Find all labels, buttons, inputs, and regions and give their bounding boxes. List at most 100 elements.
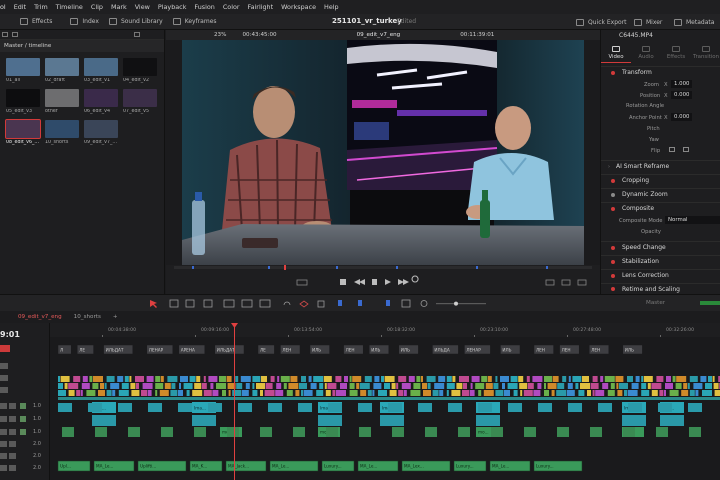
enable-dot-icon[interactable] <box>611 259 615 264</box>
enable-dot-icon[interactable] <box>611 192 615 197</box>
video-clip <box>252 383 255 389</box>
audio-clip <box>590 427 602 437</box>
video-clip <box>252 376 261 382</box>
media-clip[interactable]: 06_edit_v4 <box>84 89 118 114</box>
lens-correction-section[interactable]: Lens Correction <box>601 269 720 281</box>
media-clip[interactable]: other <box>45 89 79 114</box>
video-clip <box>117 376 124 382</box>
video-viewer[interactable] <box>182 40 584 265</box>
effects-button[interactable]: Effects <box>20 18 52 25</box>
video-clip <box>283 383 287 389</box>
enable-dot-icon[interactable] <box>611 70 615 75</box>
video-clip <box>508 403 522 412</box>
media-clip[interactable]: 07_edit_v5 <box>123 89 157 114</box>
list-view-icon[interactable] <box>2 32 8 37</box>
media-clip[interactable]: 08_edit_v6_... <box>5 119 41 145</box>
timeline-tab[interactable]: 09_edit_v7_eng <box>18 314 62 320</box>
sound-library-button[interactable]: Sound Library <box>108 18 163 25</box>
video-clip <box>578 390 585 396</box>
video-clip <box>485 383 493 389</box>
transform-section[interactable]: Transform <box>601 66 720 78</box>
video-clip <box>551 390 555 396</box>
enable-dot-icon[interactable] <box>611 245 615 250</box>
media-clip[interactable]: 10_shorts <box>45 120 79 145</box>
video-clip <box>600 376 604 382</box>
zoom-level[interactable]: 23% <box>214 32 226 38</box>
video-clip <box>236 383 243 389</box>
keyframes-button[interactable]: Keyframes <box>172 18 217 25</box>
enable-dot-icon[interactable] <box>611 206 615 211</box>
tab-video[interactable]: Video <box>601 43 631 63</box>
media-clip[interactable]: 03_edit_v1 <box>84 58 118 83</box>
music-clip-label: Upl... <box>60 464 71 469</box>
menu-item-fairlight[interactable]: Fairlight <box>248 3 274 11</box>
timeline-tracks[interactable]: 00:04:38:00 00:09:16:00 00:13:54:00 00:18:3… <box>50 323 720 480</box>
video-clip <box>495 376 498 382</box>
menu-item-help[interactable]: Help <box>324 3 339 11</box>
grid-view-icon[interactable] <box>12 32 18 37</box>
clip-thumbnail <box>123 58 157 76</box>
index-button[interactable]: Index <box>70 18 99 25</box>
enable-dot-icon[interactable] <box>611 273 615 278</box>
music-clip-label: MA_K... <box>192 464 207 469</box>
enable-dot-icon[interactable] <box>611 287 615 291</box>
media-clip[interactable]: 05_edit_v3 <box>6 89 40 114</box>
video-clip <box>664 390 666 396</box>
anchor-x-field[interactable]: 0.000 <box>671 113 693 121</box>
composite-mode-select[interactable]: Normal <box>665 216 720 224</box>
composite-section[interactable]: Composite <box>601 202 720 214</box>
menu-item-trim[interactable]: Trim <box>34 3 48 11</box>
cropping-section[interactable]: Cropping <box>601 174 720 186</box>
video-clip <box>566 390 575 396</box>
menu-item-fusion[interactable]: Fusion <box>194 3 214 11</box>
media-clip[interactable]: 01_all <box>6 58 40 83</box>
enable-dot-icon[interactable] <box>611 178 615 183</box>
retime-scaling-section[interactable]: Retime and Scaling <box>601 283 720 294</box>
video-clip <box>688 403 702 412</box>
speed-change-section[interactable]: Speed Change <box>601 241 720 253</box>
menu-item-ol[interactable]: ol <box>0 3 6 11</box>
video-clip <box>189 376 196 382</box>
tab-transition[interactable]: Transition <box>691 43 720 63</box>
video-clip <box>575 383 579 389</box>
zoom-x-field[interactable]: 1.000 <box>671 80 693 88</box>
stabilization-section[interactable]: Stabilization <box>601 255 720 267</box>
video-clip <box>319 383 324 389</box>
ai-smart-reframe-section[interactable]: › AI Smart Reframe <box>601 160 720 172</box>
position-x-field[interactable]: 0.000 <box>671 91 693 99</box>
menu-item-clip[interactable]: Clip <box>91 3 103 11</box>
menu-item-edit[interactable]: Edit <box>14 3 26 11</box>
quick-export-button[interactable]: Quick Export <box>576 14 627 30</box>
dynamic-zoom-section[interactable]: Dynamic Zoom <box>601 188 720 200</box>
tab-audio[interactable]: Audio <box>631 43 661 63</box>
ruler-label: 00:18:32:00 <box>387 327 415 333</box>
ruler-tick <box>102 335 103 337</box>
add-timeline-icon[interactable]: + <box>113 314 118 320</box>
linked-selection-icon <box>299 300 309 308</box>
search-icon[interactable] <box>134 32 140 37</box>
timeline-tab[interactable]: 10_shorts <box>74 314 101 320</box>
menu-bar: ol Edit Trim Timeline Clip Mark View Playback Fu… <box>0 0 720 14</box>
video-clip <box>687 383 690 389</box>
menu-item-mark[interactable]: Mark <box>111 3 127 11</box>
video-clip <box>303 390 313 396</box>
menu-item-color[interactable]: Color <box>223 3 240 11</box>
menu-item-workspace[interactable]: Workspace <box>281 3 316 11</box>
tab-effects[interactable]: Effects <box>661 43 691 63</box>
video-clip <box>388 403 402 412</box>
media-clip[interactable]: 02_draft <box>45 58 79 83</box>
menu-item-timeline[interactable]: Timeline <box>56 3 83 11</box>
mixer-button[interactable]: Mixer <box>634 14 662 30</box>
flip-vertical-icon[interactable] <box>683 147 689 152</box>
metadata-button[interactable]: Metadata <box>674 14 714 30</box>
clip-label: 07_edit_v5 <box>123 109 150 114</box>
video-clip <box>520 390 523 396</box>
video-clip <box>92 383 99 389</box>
media-clip[interactable]: 09_edit_v7_... <box>84 120 118 145</box>
menu-item-view[interactable]: View <box>135 3 150 11</box>
media-clip[interactable]: 04_edit_v2 <box>123 58 157 83</box>
video-clip <box>635 376 640 382</box>
flip-horizontal-icon[interactable] <box>669 147 675 152</box>
video-clip <box>568 403 582 412</box>
menu-item-playback[interactable]: Playback <box>158 3 187 11</box>
